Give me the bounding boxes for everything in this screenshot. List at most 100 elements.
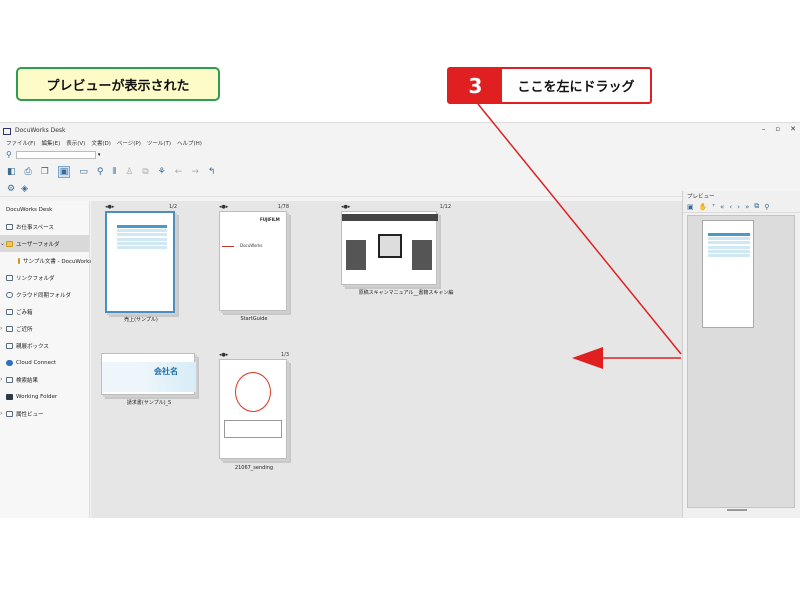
- page-nav-icon[interactable]: ◂●▸: [105, 204, 114, 210]
- document-thumbnail[interactable]: FUJIFILM DocuWorks: [219, 211, 287, 311]
- sidebar-item-label: Cloud Connect: [16, 359, 57, 366]
- page-count: 1/3: [280, 351, 289, 358]
- callout-step-3: 3 ここを左にドラッグ: [447, 67, 652, 104]
- sidebar-item-label: お仕事スペース: [16, 224, 54, 231]
- settings-icon[interactable]: ⚙: [7, 184, 15, 194]
- docuworks-title: DocuWorks: [240, 243, 263, 248]
- menu-file[interactable]: ファイル(F): [6, 139, 35, 147]
- menu-view[interactable]: 表示(V): [66, 139, 85, 147]
- search-icon[interactable]: ⚲: [6, 150, 12, 159]
- hand-icon[interactable]: ✋: [699, 203, 708, 211]
- menu-bar: ファイル(F) 編集(E) 表示(V) 文書(D) ページ(P) ツール(T) …: [0, 137, 800, 148]
- document-thumbnail[interactable]: [219, 359, 287, 459]
- doc-nav: ◂●▸ 1/78: [219, 203, 289, 210]
- tag-icon[interactable]: ◈: [21, 184, 28, 194]
- sidebar-item-attribute-view[interactable]: › 属性ビュー: [0, 405, 89, 422]
- working-folder-icon: [6, 393, 13, 400]
- photo-center: [378, 234, 402, 258]
- document-thumbnail[interactable]: [341, 211, 438, 285]
- sidebar-item-search-results[interactable]: › 検索結果: [0, 371, 89, 388]
- align-icon[interactable]: ⫴: [112, 167, 116, 177]
- sidebar-item-working-folder[interactable]: Working Folder: [0, 388, 89, 405]
- last-page-icon[interactable]: »: [745, 203, 749, 211]
- sidebar-item-label: リンクフォルダ: [16, 275, 55, 282]
- fujifilm-logo: FUJIFILM: [260, 217, 280, 222]
- preview-mode-icon[interactable]: ▣: [687, 203, 694, 211]
- copy-page-icon[interactable]: ⧉: [754, 202, 759, 211]
- link-folder-icon: [6, 274, 13, 281]
- minimize-button[interactable]: –: [762, 125, 766, 133]
- doc-nav: ◂●▸ 1/2: [105, 203, 177, 210]
- document-item[interactable]: ◂●▸ 1/2 売上(サンプル): [105, 204, 177, 331]
- prev-page-icon[interactable]: ‹: [729, 203, 732, 211]
- document-name: StartGuide: [240, 316, 268, 322]
- document-thumbnail[interactable]: [105, 211, 175, 313]
- sidebar-item-workspace[interactable]: お仕事スペース: [0, 218, 89, 235]
- sidebar-item-desk[interactable]: DocuWorks Desk: [0, 201, 89, 218]
- copy-icon[interactable]: ❐: [41, 167, 49, 177]
- document-name: 21067_sending: [234, 465, 274, 471]
- back-arrow-icon[interactable]: ←: [175, 167, 183, 177]
- company-name: 会社名: [154, 367, 178, 376]
- list-view-icon[interactable]: ▭: [79, 167, 88, 177]
- document-item[interactable]: ◂●▸ 1/78 FUJIFILM DocuWorks StartGuide: [219, 204, 289, 331]
- text-select-icon[interactable]: ᵀ: [712, 203, 715, 211]
- print-icon[interactable]: ⎙: [25, 167, 32, 177]
- title-bar: DocuWorks Desk – ▫ ✕: [0, 123, 800, 137]
- sidebar-item-link-folder[interactable]: リンクフォルダ: [0, 269, 89, 286]
- app-icon: [3, 127, 12, 135]
- sidebar-item-sample-docs[interactable]: サンプル文書 - DocuWorks 10: [0, 252, 101, 269]
- invoice-band: [102, 362, 196, 392]
- page-nav-icon[interactable]: ◂●▸: [219, 204, 228, 210]
- photo-right: [412, 240, 432, 270]
- mailbox-icon: [6, 342, 13, 349]
- user-icon[interactable]: ♙: [125, 167, 133, 177]
- menu-page[interactable]: ページ(P): [117, 139, 141, 147]
- document-item[interactable]: 会社名 請求書(サンプル)_S: [101, 353, 197, 413]
- sidebar-item-user-folder[interactable]: ⌄ ユーザーフォルダ: [0, 235, 89, 252]
- search-input[interactable]: [15, 150, 96, 159]
- maximize-button[interactable]: ▫: [775, 125, 780, 133]
- first-page-icon[interactable]: «: [720, 203, 724, 211]
- cloud-icon: [6, 291, 13, 298]
- document-name: 請求書(サンプル)_S: [126, 400, 172, 406]
- search-dropdown-icon[interactable]: ▾: [98, 152, 101, 158]
- preview-title: プレビュー: [687, 194, 715, 200]
- menu-help[interactable]: ヘルプ(H): [177, 139, 202, 147]
- menu-tools[interactable]: ツール(T): [147, 139, 171, 147]
- document-thumbnail[interactable]: 会社名: [101, 353, 196, 395]
- page-nav-icon[interactable]: ◂●▸: [219, 352, 228, 358]
- next-page-icon[interactable]: ›: [737, 203, 740, 211]
- preview-pane: プレビュー ▣ ✋ ᵀ « ‹ › » ⧉ ⚲: [682, 191, 800, 518]
- sidebar-item-label: クラウド同期フォルダ: [16, 292, 72, 299]
- zoom-icon[interactable]: ⚲: [97, 167, 104, 177]
- page-nav-icon[interactable]: ◂●▸: [341, 204, 350, 210]
- thumbnail-view-icon[interactable]: ▣: [57, 165, 71, 178]
- sidebar-item-trash[interactable]: ごみ箱: [0, 303, 89, 320]
- sidebar-item-label: 属性ビュー: [16, 411, 44, 418]
- folder-icon: [6, 240, 13, 247]
- document-item[interactable]: ◂●▸ 1/12 原稿スキャンマニュアル__書籍スキャン編: [341, 204, 453, 301]
- duplicate-icon[interactable]: ⧉: [142, 167, 148, 177]
- forward-arrow-icon[interactable]: →: [191, 167, 199, 177]
- red-line: [222, 246, 234, 247]
- share-icon[interactable]: ⚘: [158, 167, 166, 177]
- close-button[interactable]: ✕: [790, 125, 796, 133]
- zoom-icon[interactable]: ⚲: [764, 203, 769, 211]
- photo-left: [346, 240, 366, 270]
- view-toggle-icon[interactable]: ◧: [7, 167, 16, 177]
- sidebar-item-neighborhood[interactable]: › ご近所: [0, 320, 89, 337]
- menu-document[interactable]: 文書(D): [91, 139, 111, 147]
- callout-preview-shown: プレビューが表示された: [16, 67, 220, 101]
- up-folder-icon[interactable]: ↰: [208, 167, 216, 177]
- sidebar-item-cloud-connect[interactable]: Cloud Connect: [0, 354, 89, 371]
- preview-resize-handle[interactable]: [727, 509, 747, 511]
- document-item[interactable]: ◂●▸ 1/3 21067_sending: [219, 352, 289, 479]
- preview-canvas[interactable]: [687, 215, 795, 508]
- form-box: [224, 420, 282, 438]
- sidebar-item-cloud-sync[interactable]: クラウド同期フォルダ: [0, 286, 89, 303]
- document-area: ◂●▸ 1/2 売上(サンプル) ◂●▸ 1/78 FUJIFILM DocuW…: [91, 201, 682, 518]
- sidebar-item-label: Working Folder: [16, 393, 58, 400]
- menu-edit[interactable]: 編集(E): [41, 139, 60, 147]
- sidebar-item-private-box[interactable]: 親展ボックス: [0, 337, 89, 354]
